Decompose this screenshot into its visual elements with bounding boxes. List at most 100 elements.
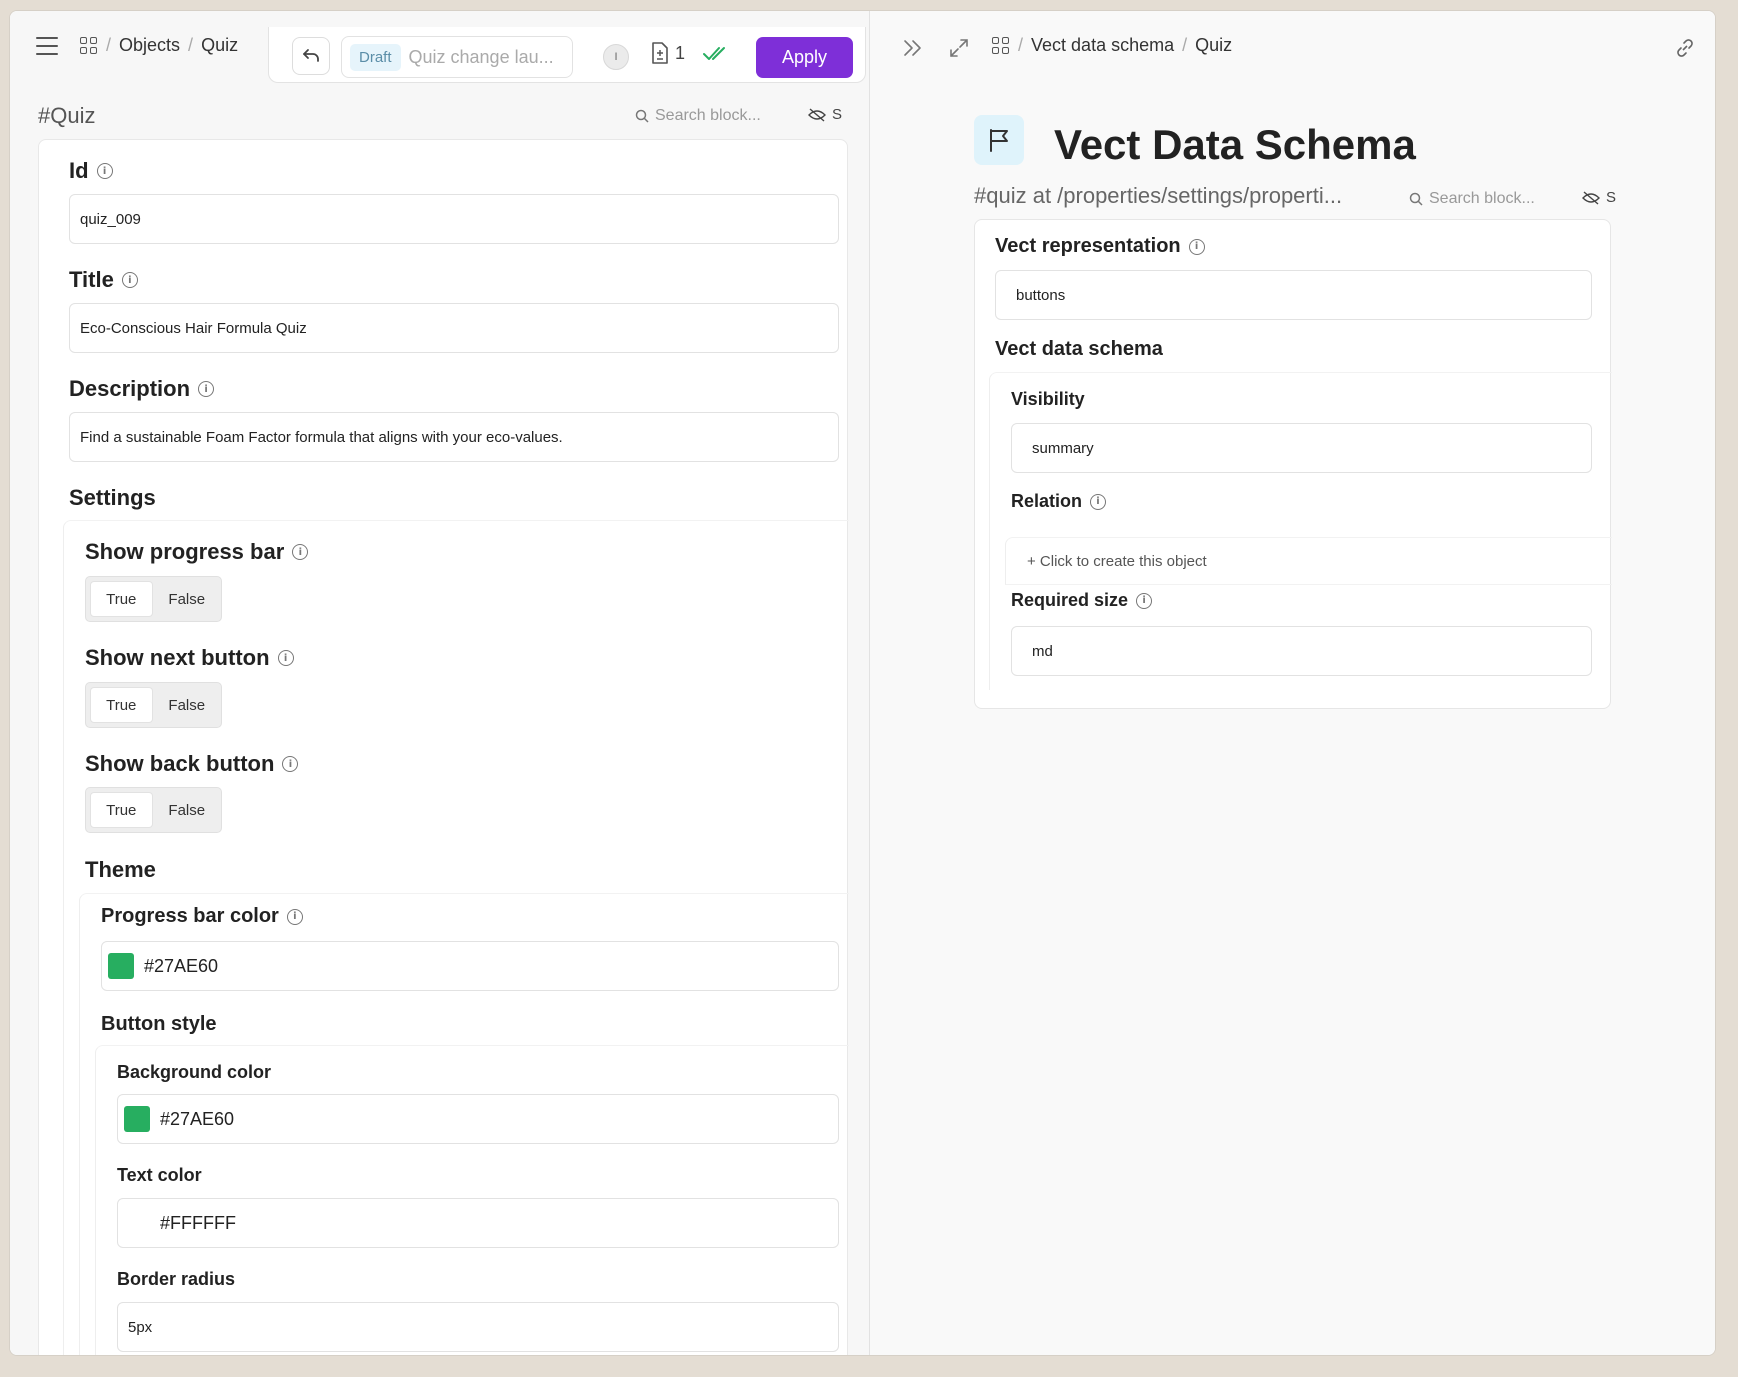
true-option[interactable]: True <box>90 581 153 617</box>
false-option[interactable]: False <box>157 792 218 828</box>
right-breadcrumb: / Vect data schema / Quiz <box>992 35 1232 56</box>
vect-representation-input[interactable]: buttons <box>995 270 1592 320</box>
quiz-form: Id i quiz_009 Title i Eco-Conscious Hair F… <box>38 139 849 1355</box>
vect-representation-label: Vect representation i <box>995 235 1205 258</box>
avatar[interactable]: I <box>603 44 629 70</box>
page-title: #Quiz <box>38 103 96 128</box>
search-icon <box>635 109 649 123</box>
draft-toolbar: Draft Quiz change lau... I 1 Apply <box>268 27 866 83</box>
show-back-button-toggle: True False <box>85 787 222 833</box>
search-placeholder: Search block... <box>1429 190 1535 207</box>
relation-label: Relation i <box>1011 491 1107 512</box>
draft-badge: Draft <box>350 43 401 71</box>
schema-form: Vect representation i buttons Vect data s… <box>974 219 1612 709</box>
collapse-panel-icon[interactable] <box>903 39 923 57</box>
changes-indicator[interactable]: 1 <box>651 42 685 64</box>
show-progress-bar-label: Show progress bar i <box>85 539 309 565</box>
search-block[interactable]: Search block... <box>1409 190 1535 208</box>
breadcrumb-objects[interactable]: Objects <box>119 35 180 56</box>
show-back-button-label: Show back button i <box>85 751 299 777</box>
true-option[interactable]: True <box>90 687 153 723</box>
hide-toggle[interactable]: S <box>808 106 842 123</box>
color-value: #FFFFFF <box>160 1212 236 1233</box>
schema-icon <box>974 115 1024 165</box>
true-option[interactable]: True <box>90 792 153 828</box>
border-radius-input[interactable]: 5px <box>117 1302 839 1352</box>
info-icon[interactable]: i <box>286 908 303 925</box>
eye-off-icon <box>808 107 826 122</box>
text-color-label: Text color <box>117 1165 202 1185</box>
color-swatch[interactable] <box>124 1210 150 1236</box>
settings-heading: Settings <box>69 485 156 510</box>
schema-path: #quiz at /properties/settings/properti..… <box>974 183 1343 208</box>
expand-icon[interactable] <box>949 38 969 58</box>
show-next-button-toggle: True False <box>85 682 222 728</box>
color-swatch[interactable] <box>124 1106 150 1132</box>
show-progress-bar-toggle: True False <box>85 576 222 622</box>
title-input[interactable]: Eco-Conscious Hair Formula Quiz <box>69 303 839 353</box>
hide-toggle-label: S <box>1606 189 1617 206</box>
info-icon[interactable]: i <box>292 544 309 560</box>
draft-name-field[interactable]: Draft Quiz change lau... <box>341 36 573 78</box>
progress-bar-color-input[interactable]: #27AE60 <box>101 941 839 991</box>
search-icon <box>1409 192 1423 206</box>
info-icon[interactable]: i <box>1188 238 1205 255</box>
required-size-label: Required size i <box>1011 590 1153 611</box>
objects-grid-icon[interactable] <box>80 36 98 55</box>
id-input[interactable]: quiz_009 <box>69 194 839 244</box>
breadcrumb: / Objects / Quiz <box>80 35 238 56</box>
change-count: 1 <box>675 42 686 63</box>
vect-data-schema-heading: Vect data schema <box>995 338 1163 360</box>
description-input[interactable]: Find a sustainable Foam Factor formula t… <box>69 412 839 462</box>
color-value: #27AE60 <box>144 955 219 976</box>
left-pane: / Objects / Quiz Draft Quiz change lau..… <box>10 11 870 1355</box>
app-window: / Objects / Quiz Draft Quiz change lau..… <box>9 10 1716 1356</box>
info-icon[interactable]: i <box>121 272 138 288</box>
info-icon[interactable]: i <box>96 163 113 179</box>
breadcrumb-quiz[interactable]: Quiz <box>201 35 238 56</box>
required-size-input[interactable]: md <box>1011 626 1592 676</box>
info-icon[interactable]: i <box>1136 592 1153 609</box>
text-color-input[interactable]: #FFFFFF <box>117 1198 839 1248</box>
show-next-button-label: Show next button i <box>85 645 294 671</box>
info-icon[interactable]: i <box>282 756 299 772</box>
menu-icon[interactable] <box>36 37 58 57</box>
background-color-label: Background color <box>117 1062 272 1082</box>
info-icon[interactable]: i <box>198 381 215 397</box>
eye-off-icon <box>1582 190 1600 205</box>
double-check-icon[interactable] <box>703 45 729 63</box>
search-block[interactable]: Search block... <box>635 107 761 125</box>
visibility-input[interactable]: summary <box>1011 423 1592 473</box>
breadcrumb-quiz[interactable]: Quiz <box>1195 35 1232 56</box>
search-placeholder: Search block... <box>655 107 761 124</box>
border-radius-label: Border radius <box>117 1269 236 1289</box>
false-option[interactable]: False <box>157 687 218 723</box>
hide-toggle-label: S <box>832 106 843 123</box>
color-value: #27AE60 <box>160 1108 235 1129</box>
id-label: Id i <box>69 158 113 184</box>
create-object-button[interactable]: + Click to create this object <box>1027 553 1207 570</box>
apply-button[interactable]: Apply <box>756 37 853 78</box>
button-style-heading: Button style <box>101 1013 217 1035</box>
info-icon[interactable]: i <box>277 650 294 666</box>
document-icon <box>652 42 668 64</box>
undo-icon <box>303 49 319 62</box>
breadcrumb-vect-data-schema[interactable]: Vect data schema <box>1031 35 1174 56</box>
link-icon[interactable] <box>1676 39 1694 57</box>
schema-title: Vect Data Schema <box>1054 121 1416 168</box>
theme-heading: Theme <box>85 857 156 882</box>
undo-button[interactable] <box>292 37 330 75</box>
right-pane: / Vect data schema / Quiz Vect Data Sche… <box>870 11 1715 1355</box>
info-icon[interactable]: i <box>1090 493 1107 510</box>
color-swatch[interactable] <box>108 953 134 979</box>
progress-bar-color-label: Progress bar color i <box>101 905 303 928</box>
background-color-input[interactable]: #27AE60 <box>117 1094 839 1144</box>
hide-toggle[interactable]: S <box>1582 189 1616 206</box>
flag-icon <box>990 129 1008 152</box>
false-option[interactable]: False <box>157 581 218 617</box>
title-label: Title i <box>69 267 138 293</box>
objects-grid-icon[interactable] <box>992 36 1010 55</box>
description-label: Description i <box>69 376 215 402</box>
draft-name: Quiz change lau... <box>408 46 554 67</box>
visibility-label: Visibility <box>1011 389 1085 409</box>
